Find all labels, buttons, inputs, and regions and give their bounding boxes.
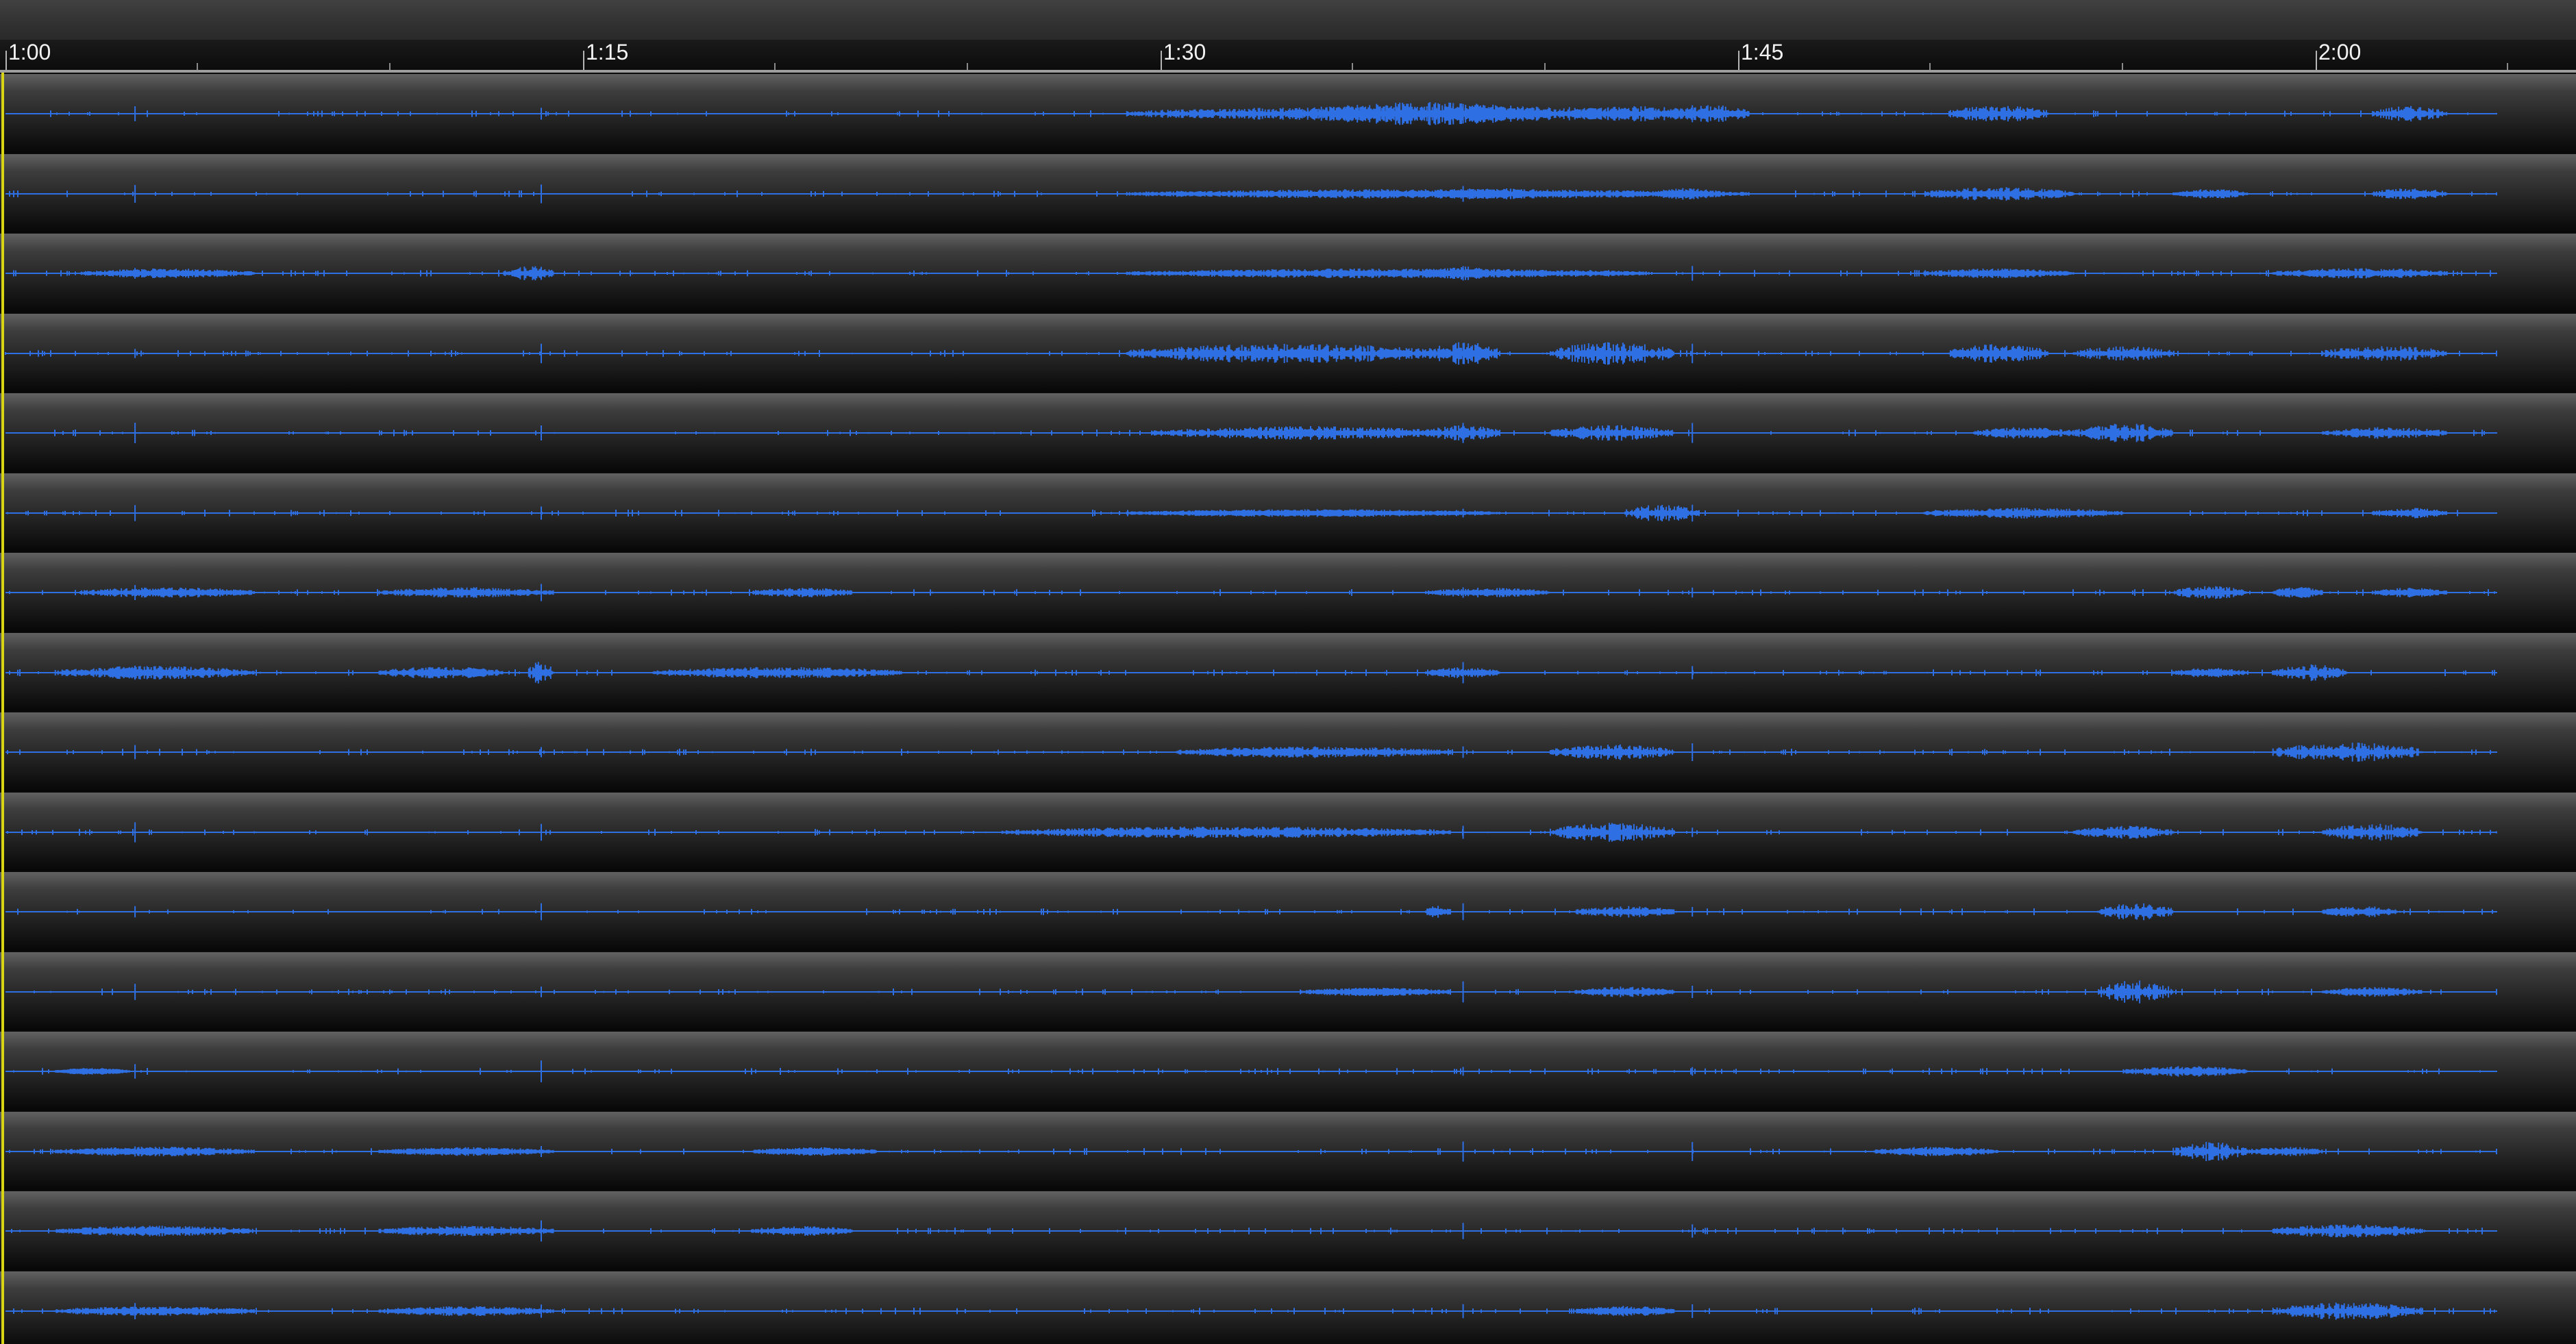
audio-track-2[interactable]	[0, 152, 2576, 232]
audio-multitrack-editor: 1:00 1:15 1:30 1:45 2:00	[0, 0, 2576, 1344]
ruler-minor-tick	[2122, 63, 2123, 70]
ruler-minor-tick	[774, 63, 776, 70]
waveform-path	[5, 743, 2497, 762]
waveform-path	[5, 342, 2497, 364]
ruler-label-5: 2:00	[2318, 40, 2362, 64]
waveform-path	[5, 903, 2497, 921]
ruler-major-tick	[583, 51, 584, 70]
audio-track-3[interactable]	[0, 232, 2576, 312]
waveform	[5, 584, 2497, 601]
track-list	[0, 73, 2576, 1344]
ruler-label-1: 1:00	[8, 40, 51, 64]
waveform-path	[5, 184, 2497, 203]
ruler-minor-tick	[967, 63, 968, 70]
waveform	[5, 821, 2497, 843]
waveform	[5, 184, 2497, 203]
audio-track-5[interactable]	[0, 392, 2576, 472]
waveform	[5, 266, 2497, 281]
audio-track-7[interactable]	[0, 551, 2576, 632]
waveform-path	[5, 423, 2497, 443]
ruler-major-tick	[1161, 51, 1162, 70]
waveform-path	[5, 266, 2497, 281]
playhead-cursor[interactable]	[1, 73, 4, 1344]
ruler-minor-tick	[389, 63, 391, 70]
toolbar	[0, 0, 2576, 40]
waveform-path	[5, 1220, 2497, 1242]
waveform-path	[5, 504, 2497, 521]
ruler-label-2: 1:15	[586, 40, 629, 64]
audio-track-9[interactable]	[0, 711, 2576, 791]
waveform	[5, 743, 2497, 762]
audio-track-4[interactable]	[0, 312, 2576, 392]
waveform-path	[5, 821, 2497, 843]
audio-track-6[interactable]	[0, 471, 2576, 551]
waveform	[5, 980, 2497, 1004]
audio-track-16[interactable]	[0, 1269, 2576, 1344]
waveform-path	[5, 1060, 2497, 1082]
ruler-label-4: 1:45	[1741, 40, 1784, 64]
waveform	[5, 1220, 2497, 1242]
waveform-path	[5, 661, 2497, 684]
ruler-label-3: 1:30	[1163, 40, 1206, 64]
waveform	[5, 903, 2497, 921]
ruler-minor-tick	[197, 63, 198, 70]
audio-track-1[interactable]	[0, 73, 2576, 153]
waveform-path	[5, 1302, 2497, 1319]
waveform	[5, 102, 2497, 125]
ruler-minor-tick	[1352, 63, 1353, 70]
ruler-minor-tick	[1544, 63, 1546, 70]
audio-track-12[interactable]	[0, 950, 2576, 1030]
waveform-path	[5, 102, 2497, 125]
waveform	[5, 661, 2497, 684]
timeline-ruler[interactable]: 1:00 1:15 1:30 1:45 2:00	[0, 40, 2576, 73]
audio-track-15[interactable]	[0, 1190, 2576, 1270]
waveform	[5, 423, 2497, 443]
waveform	[5, 1302, 2497, 1319]
audio-track-11[interactable]	[0, 871, 2576, 951]
audio-track-14[interactable]	[0, 1110, 2576, 1190]
ruler-major-tick	[2316, 51, 2317, 70]
waveform	[5, 504, 2497, 521]
waveform	[5, 342, 2497, 364]
audio-track-13[interactable]	[0, 1030, 2576, 1110]
waveform-path	[5, 1141, 2497, 1162]
ruler-major-tick	[1738, 51, 1739, 70]
ruler-minor-tick	[2507, 63, 2508, 70]
waveform-path	[5, 980, 2497, 1004]
ruler-minor-tick	[1929, 63, 1931, 70]
waveform	[5, 1060, 2497, 1082]
audio-track-10[interactable]	[0, 791, 2576, 871]
waveform	[5, 1141, 2497, 1162]
waveform-path	[5, 584, 2497, 601]
ruler-major-tick	[5, 51, 7, 70]
audio-track-8[interactable]	[0, 631, 2576, 711]
